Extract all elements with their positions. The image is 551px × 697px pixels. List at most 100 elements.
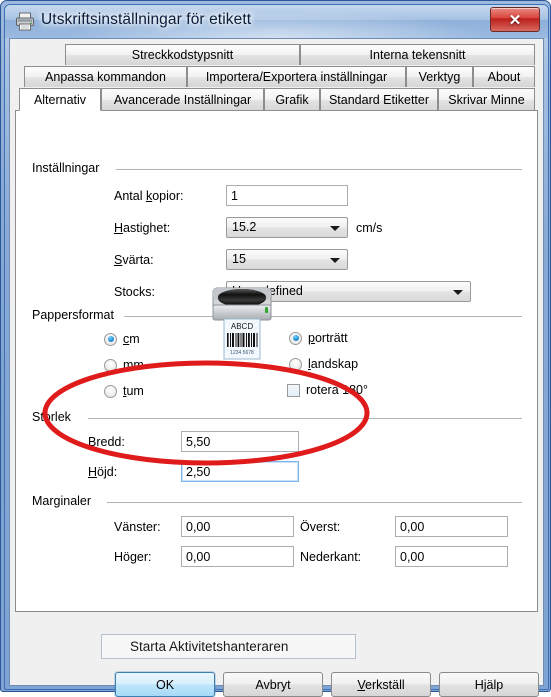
tab-row-3: Alternativ Avancerade Inställningar Graf…: [15, 88, 538, 111]
combo-value: 15: [232, 252, 246, 266]
tab-label: Alternativ: [33, 92, 87, 107]
tab-label: Skrivar Minne: [448, 93, 525, 107]
tab-row-1: Streckkodstypsnitt Interna tekensnitt: [15, 44, 538, 66]
label-accel: V: [357, 677, 366, 692]
tab-importera-exportera[interactable]: Importera/Exportera inställningar: [187, 66, 406, 87]
help-button[interactable]: Hjälp: [439, 672, 539, 697]
bredd-input[interactable]: 5,50: [181, 431, 299, 452]
tab-label: Interna tekensnitt: [369, 48, 466, 62]
radio-label: porträtt: [308, 331, 348, 345]
radio-indicator[interactable]: [104, 384, 117, 398]
label-part: opior:: [152, 189, 184, 203]
radio-indicator[interactable]: [289, 331, 302, 345]
hojd-input[interactable]: 2,50: [181, 461, 299, 482]
tab-label: Verktyg: [418, 70, 461, 84]
tab-label: Importera/Exportera inställningar: [205, 70, 388, 84]
tab-interna-tekensnitt[interactable]: Interna tekensnitt: [300, 44, 535, 65]
tab-label: Streckkodstypsnitt: [131, 48, 234, 62]
label-vanster: Vänster:: [114, 520, 161, 534]
group-title: Storlek: [32, 410, 76, 424]
cancel-button[interactable]: Avbryt: [223, 672, 323, 697]
checkbox-rotera-180[interactable]: rotera 180°: [287, 383, 368, 397]
group-divider: [124, 316, 522, 317]
label-part: andskap: [310, 357, 359, 371]
svg-text:ABCD: ABCD: [231, 322, 253, 331]
tab-grafik[interactable]: Grafik: [264, 88, 320, 111]
overst-input[interactable]: 0,00: [395, 516, 508, 537]
window-title: Utskriftsinställningar för etikett: [41, 11, 252, 28]
label-hastighet: Hastighet:: [114, 221, 170, 235]
tab-label: Avancerade Inställningar: [113, 93, 252, 107]
close-button[interactable]: ✕: [490, 7, 540, 32]
input-value: 5,50: [186, 435, 211, 449]
group-title: Inställningar: [32, 161, 105, 175]
label-overst: Överst:: [300, 520, 341, 534]
input-value: 1: [231, 189, 238, 203]
combo-value: 15.2: [232, 220, 257, 234]
radio-indicator[interactable]: [104, 332, 117, 346]
dialog-window: Utskriftsinställningar för etikett ✕ Str…: [0, 0, 551, 697]
ok-button[interactable]: OK: [115, 672, 215, 697]
input-value: 0,00: [186, 550, 211, 564]
radio-orientation-portratt[interactable]: porträtt: [289, 331, 348, 345]
tab-streckkodstypsnitt[interactable]: Streckkodstypsnitt: [65, 44, 300, 65]
overlay-label: Starta Aktivitetshanteraren: [130, 639, 289, 654]
label-part: m: [129, 332, 140, 346]
chevron-down-icon: [330, 258, 340, 263]
checkbox-label: rotera 180°: [306, 383, 368, 397]
radio-label: tum: [123, 384, 144, 398]
tab-alternativ[interactable]: Alternativ: [19, 88, 101, 111]
tab-skrivar-minne[interactable]: Skrivar Minne: [438, 88, 535, 111]
chevron-down-icon: [453, 290, 463, 295]
label-part: astighet:: [123, 221, 171, 235]
starta-aktivitetshanteraren-overlay[interactable]: Starta Aktivitetshanteraren: [101, 634, 356, 659]
tab-label: Anpassa kommandon: [45, 70, 166, 84]
input-value: 0,00: [400, 520, 425, 534]
tab-avancerade-installningar[interactable]: Avancerade Inställningar: [101, 88, 264, 111]
hoger-input[interactable]: 0,00: [181, 546, 294, 567]
label-part: erkställ: [365, 677, 405, 692]
tab-label: Grafik: [275, 93, 309, 107]
tab-row-2: Anpassa kommandon Importera/Exportera in…: [15, 66, 538, 88]
label-stocks: Stocks:: [114, 285, 155, 299]
vanster-input[interactable]: 0,00: [181, 516, 294, 537]
svarta-combo[interactable]: 15: [226, 249, 348, 270]
group-title: Marginaler: [32, 494, 97, 508]
apply-button[interactable]: Verkställ: [331, 672, 431, 697]
printer-label-illustration: ABCD 1234 5678: [212, 287, 272, 360]
antal-kopior-input[interactable]: 1: [226, 185, 348, 206]
radio-unit-cm[interactable]: cm: [104, 332, 140, 346]
label-hoger: Höger:: [114, 550, 152, 564]
hastighet-combo[interactable]: 15.2: [226, 217, 348, 238]
radio-indicator[interactable]: [104, 358, 117, 372]
button-label: OK: [155, 677, 175, 692]
radio-unit-mm[interactable]: mm: [104, 358, 144, 372]
label-bredd: Bredd:: [88, 435, 125, 449]
label-part: um: [126, 384, 144, 398]
tab-label: Standard Etiketter: [328, 93, 430, 107]
close-icon: ✕: [508, 11, 522, 29]
tab-about[interactable]: About: [473, 66, 535, 87]
nederkant-input[interactable]: 0,00: [395, 546, 508, 567]
button-label: Hjälp: [474, 677, 504, 692]
chevron-down-icon: [330, 226, 340, 231]
tab-verktyg[interactable]: Verktyg: [406, 66, 473, 87]
button-label: Avbryt: [255, 677, 291, 692]
label-accel: H: [114, 221, 124, 235]
label-part: öjd:: [97, 465, 118, 479]
radio-label: mm: [123, 358, 144, 372]
checkbox-indicator[interactable]: [287, 383, 300, 397]
radio-orientation-landskap[interactable]: landskap: [289, 357, 358, 371]
radio-label: landskap: [308, 357, 358, 371]
group-divider: [116, 169, 522, 170]
radio-indicator[interactable]: [289, 357, 302, 371]
radio-label: cm: [123, 332, 140, 346]
radio-unit-tum[interactable]: tum: [104, 384, 144, 398]
tab-standard-etiketter[interactable]: Standard Etiketter: [320, 88, 438, 111]
title-bar[interactable]: Utskriftsinställningar för etikett ✕: [5, 5, 548, 38]
tab-anpassa-kommandon[interactable]: Anpassa kommandon: [24, 66, 187, 87]
label-accel: p: [308, 331, 315, 345]
input-value: 0,00: [186, 520, 211, 534]
group-divider: [88, 418, 522, 419]
tab-label: About: [487, 70, 521, 84]
